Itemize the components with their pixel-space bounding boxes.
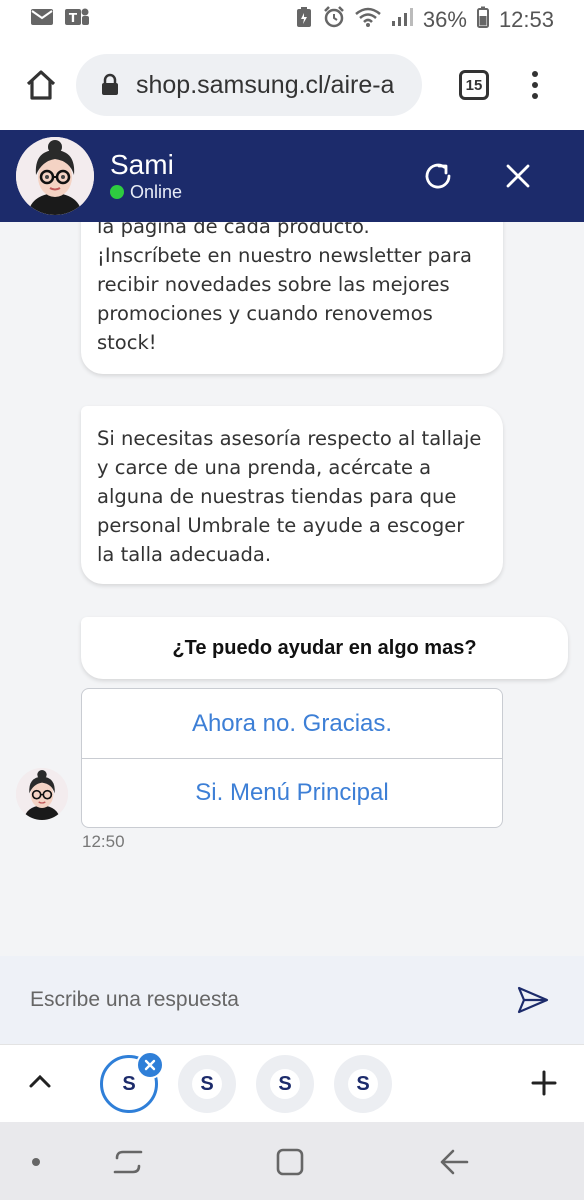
close-icon bbox=[144, 1059, 156, 1071]
battery-percent: 36% bbox=[422, 7, 467, 32]
system-nav-bar bbox=[0, 1122, 584, 1200]
agent-info: Sami Online bbox=[110, 148, 182, 203]
close-chat-button[interactable] bbox=[492, 150, 544, 202]
message-line: la página de cada producto. bbox=[97, 222, 370, 238]
message-line: stock! bbox=[97, 331, 157, 354]
more-vert-icon bbox=[532, 71, 538, 99]
tab[interactable]: S bbox=[178, 1055, 236, 1113]
status-label: Online bbox=[130, 181, 183, 202]
dot-icon bbox=[32, 1158, 40, 1166]
message-line: personal Umbrale te ayude a escoger bbox=[97, 514, 465, 537]
tab-count: 15 bbox=[459, 70, 489, 100]
close-icon bbox=[506, 164, 530, 188]
refresh-icon bbox=[425, 163, 451, 189]
samsung-tab-icon: S bbox=[348, 1069, 378, 1099]
agent-status: Online bbox=[110, 182, 182, 203]
url-text: shop.samsung.cl/aire-a bbox=[136, 70, 395, 99]
tab[interactable]: S bbox=[256, 1055, 314, 1113]
browser-toolbar: shop.samsung.cl/aire-a 15 bbox=[0, 40, 584, 130]
menu-button[interactable] bbox=[510, 40, 560, 130]
battery-saver-icon bbox=[295, 6, 313, 34]
online-indicator-icon bbox=[110, 185, 124, 199]
home-nav-button[interactable] bbox=[268, 1140, 312, 1184]
nav-dot bbox=[14, 1140, 58, 1184]
tab-strip: S S S S bbox=[0, 1044, 584, 1122]
recent-apps-button[interactable] bbox=[106, 1140, 150, 1184]
chevron-up-icon bbox=[29, 1074, 51, 1088]
wifi-icon bbox=[355, 7, 381, 33]
message-line: alguna de nuestras tiendas para que bbox=[97, 485, 457, 508]
reply-composer: Escribe una respuesta bbox=[0, 956, 584, 1044]
chat-messages[interactable]: la página de cada producto. ¡Inscríbete … bbox=[0, 222, 584, 956]
message-line: la talla adecuada. bbox=[97, 543, 272, 566]
back-button[interactable] bbox=[432, 1140, 476, 1184]
signal-icon bbox=[391, 7, 413, 33]
samsung-tab-icon: S bbox=[270, 1069, 300, 1099]
bot-message: Si necesitas asesoría respecto al tallaj… bbox=[81, 406, 503, 584]
home-button[interactable] bbox=[6, 40, 76, 130]
question-bubble: ¿Te puedo ayudar en algo mas? bbox=[81, 617, 568, 679]
refresh-button[interactable] bbox=[412, 150, 464, 202]
message-line: y carce de una prenda, acércate a bbox=[97, 456, 432, 479]
reply-input[interactable]: Escribe una respuesta bbox=[30, 988, 500, 1012]
bot-avatar bbox=[16, 137, 94, 215]
agent-name: Sami bbox=[110, 148, 174, 180]
message-line: recibir novedades sobre las mejores bbox=[97, 273, 450, 296]
option-not-now-button[interactable]: Ahora no. Gracias. bbox=[82, 689, 502, 758]
samsung-tab-icon: S bbox=[192, 1069, 222, 1099]
message-line: Si necesitas asesoría respecto al tallaj… bbox=[97, 427, 482, 450]
clock: 12:53 bbox=[498, 7, 554, 32]
svg-text:T: T bbox=[69, 11, 78, 25]
mail-icon bbox=[30, 7, 54, 33]
back-arrow-icon bbox=[440, 1149, 469, 1175]
address-bar[interactable]: shop.samsung.cl/aire-a bbox=[76, 54, 422, 116]
bot-message: la página de cada producto. ¡Inscríbete … bbox=[81, 222, 503, 374]
message-line: ¡Inscríbete en nuestro newsletter para bbox=[97, 244, 472, 267]
battery-icon bbox=[476, 6, 489, 34]
square-icon bbox=[276, 1148, 304, 1176]
tabs-button[interactable]: 15 bbox=[438, 40, 510, 130]
message-timestamp: 12:50 bbox=[82, 832, 125, 851]
bot-avatar-small bbox=[16, 768, 68, 820]
quick-reply-options: Ahora no. Gracias. Si. Menú Principal bbox=[81, 688, 503, 828]
plus-icon bbox=[531, 1070, 557, 1096]
chat-header: Sami Online bbox=[0, 130, 584, 222]
recent-apps-icon bbox=[113, 1150, 143, 1174]
expand-tabs-button[interactable] bbox=[18, 1059, 62, 1103]
new-tab-button[interactable] bbox=[520, 1059, 568, 1107]
status-bar: T 36% 12:53 bbox=[0, 0, 584, 40]
teams-icon: T bbox=[64, 6, 90, 34]
tab[interactable]: S bbox=[334, 1055, 392, 1113]
close-tab-button[interactable] bbox=[136, 1051, 164, 1079]
send-icon bbox=[517, 986, 549, 1014]
lock-icon bbox=[102, 73, 118, 95]
alarm-icon bbox=[323, 6, 345, 34]
message-line: promociones y cuando renovemos bbox=[97, 302, 433, 325]
send-button[interactable] bbox=[508, 975, 558, 1025]
home-icon bbox=[26, 70, 56, 100]
option-main-menu-button[interactable]: Si. Menú Principal bbox=[82, 758, 502, 827]
